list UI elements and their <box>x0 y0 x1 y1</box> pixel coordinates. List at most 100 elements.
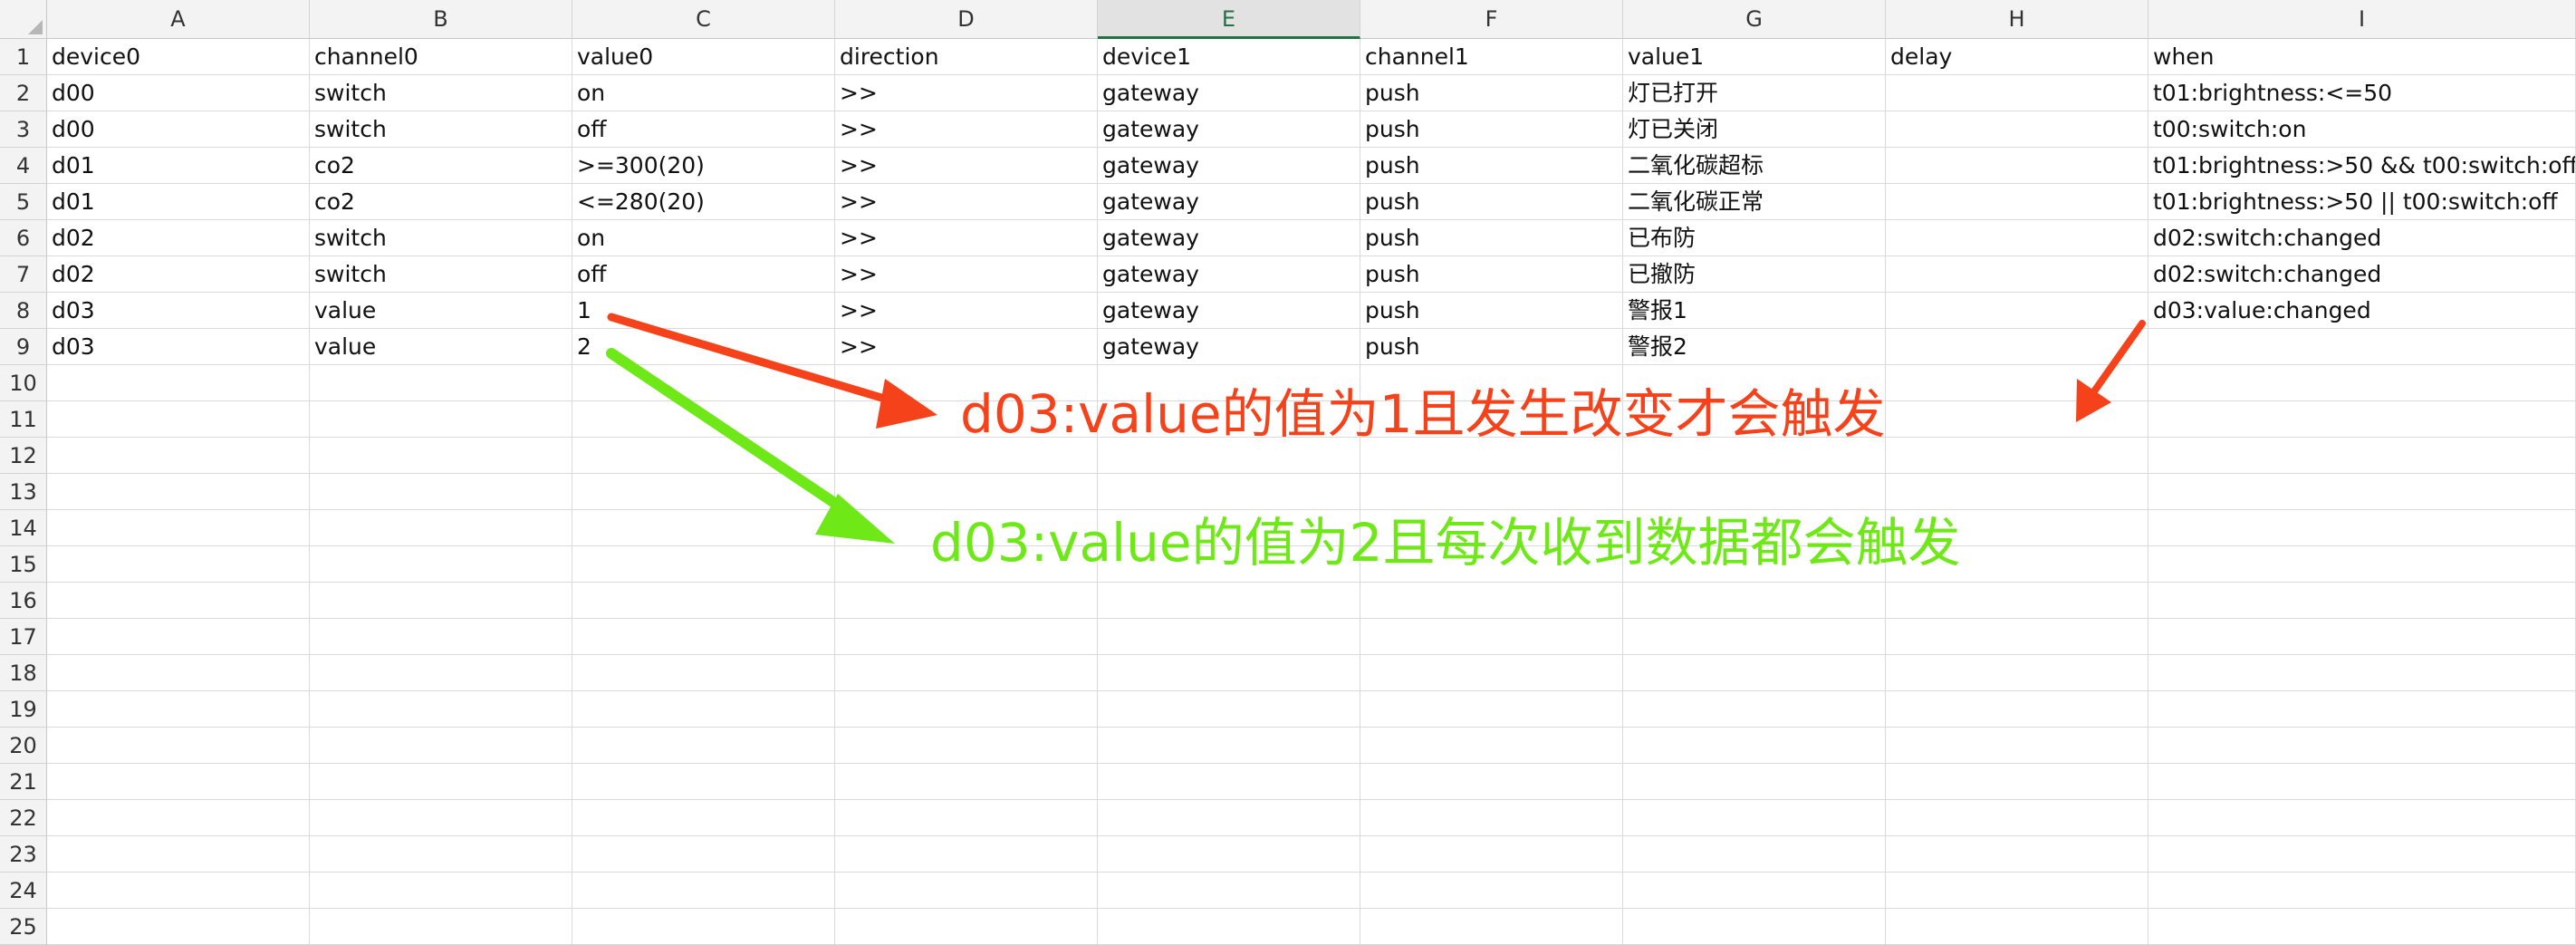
cell-b1[interactable]: channel0 <box>310 39 572 75</box>
cell-f9[interactable]: push <box>1360 329 1623 365</box>
cell-i11[interactable] <box>2148 401 2576 438</box>
cell-a6[interactable]: d02 <box>47 220 310 256</box>
row-header-12[interactable]: 12 <box>0 438 47 474</box>
cell-f4[interactable]: push <box>1360 148 1623 184</box>
cell-d18[interactable] <box>835 655 1098 691</box>
cell-e24[interactable] <box>1098 873 1360 909</box>
row-header-23[interactable]: 23 <box>0 836 47 873</box>
cell-h23[interactable] <box>1886 836 2148 873</box>
cell-f23[interactable] <box>1360 836 1623 873</box>
cell-g19[interactable] <box>1623 691 1886 728</box>
cell-f19[interactable] <box>1360 691 1623 728</box>
column-header-i[interactable]: I <box>2148 0 2576 39</box>
row-header-22[interactable]: 22 <box>0 800 47 836</box>
cell-c7[interactable]: off <box>572 256 835 293</box>
cell-h4[interactable] <box>1886 148 2148 184</box>
cell-e16[interactable] <box>1098 583 1360 619</box>
cell-c14[interactable] <box>572 510 835 546</box>
cell-f21[interactable] <box>1360 764 1623 800</box>
cell-i21[interactable] <box>2148 764 2576 800</box>
cell-a12[interactable] <box>47 438 310 474</box>
row-header-5[interactable]: 5 <box>0 184 47 220</box>
row-header-19[interactable]: 19 <box>0 691 47 728</box>
row-header-13[interactable]: 13 <box>0 474 47 510</box>
cell-h22[interactable] <box>1886 800 2148 836</box>
cell-g16[interactable] <box>1623 583 1886 619</box>
cell-b4[interactable]: co2 <box>310 148 572 184</box>
cell-d20[interactable] <box>835 728 1098 764</box>
cell-h7[interactable] <box>1886 256 2148 293</box>
cell-d7[interactable]: >> <box>835 256 1098 293</box>
cell-a8[interactable]: d03 <box>47 293 310 329</box>
cell-a2[interactable]: d00 <box>47 75 310 111</box>
cell-b15[interactable] <box>310 546 572 583</box>
cell-a5[interactable]: d01 <box>47 184 310 220</box>
cell-f16[interactable] <box>1360 583 1623 619</box>
cell-b8[interactable]: value <box>310 293 572 329</box>
cell-h24[interactable] <box>1886 873 2148 909</box>
cell-c25[interactable] <box>572 909 835 945</box>
cell-c13[interactable] <box>572 474 835 510</box>
cell-b23[interactable] <box>310 836 572 873</box>
cell-g18[interactable] <box>1623 655 1886 691</box>
cell-e4[interactable]: gateway <box>1098 148 1360 184</box>
cell-f3[interactable]: push <box>1360 111 1623 148</box>
cell-i7[interactable]: d02:switch:changed <box>2148 256 2576 293</box>
row-header-25[interactable]: 25 <box>0 909 47 945</box>
column-header-d[interactable]: D <box>835 0 1098 39</box>
cell-c3[interactable]: off <box>572 111 835 148</box>
cell-i13[interactable] <box>2148 474 2576 510</box>
cell-a13[interactable] <box>47 474 310 510</box>
cell-c10[interactable] <box>572 365 835 401</box>
cell-b20[interactable] <box>310 728 572 764</box>
cell-f5[interactable]: push <box>1360 184 1623 220</box>
cell-a1[interactable]: device0 <box>47 39 310 75</box>
cell-h9[interactable] <box>1886 329 2148 365</box>
cell-c5[interactable]: <=280(20) <box>572 184 835 220</box>
column-header-f[interactable]: F <box>1360 0 1623 39</box>
cell-f25[interactable] <box>1360 909 1623 945</box>
cell-i5[interactable]: t01:brightness:>50 || t00:switch:off <box>2148 184 2576 220</box>
cell-h11[interactable] <box>1886 401 2148 438</box>
cell-h8[interactable] <box>1886 293 2148 329</box>
cell-i10[interactable] <box>2148 365 2576 401</box>
column-header-a[interactable]: A <box>47 0 310 39</box>
cell-e1[interactable]: device1 <box>1098 39 1360 75</box>
row-header-1[interactable]: 1 <box>0 39 47 75</box>
cell-b21[interactable] <box>310 764 572 800</box>
cell-g1[interactable]: value1 <box>1623 39 1886 75</box>
row-header-17[interactable]: 17 <box>0 619 47 655</box>
cell-b13[interactable] <box>310 474 572 510</box>
cell-g3[interactable]: 灯已关闭 <box>1623 111 1886 148</box>
cell-i1[interactable]: when <box>2148 39 2576 75</box>
cell-b18[interactable] <box>310 655 572 691</box>
cell-b10[interactable] <box>310 365 572 401</box>
cell-h3[interactable] <box>1886 111 2148 148</box>
row-header-20[interactable]: 20 <box>0 728 47 764</box>
cell-c8[interactable]: 1 <box>572 293 835 329</box>
cell-f22[interactable] <box>1360 800 1623 836</box>
cell-g8[interactable]: 警报1 <box>1623 293 1886 329</box>
cell-d2[interactable]: >> <box>835 75 1098 111</box>
cell-i19[interactable] <box>2148 691 2576 728</box>
row-header-14[interactable]: 14 <box>0 510 47 546</box>
cell-d23[interactable] <box>835 836 1098 873</box>
cell-i4[interactable]: t01:brightness:>50 && t00:switch:off <box>2148 148 2576 184</box>
cell-b3[interactable]: switch <box>310 111 572 148</box>
cell-f7[interactable]: push <box>1360 256 1623 293</box>
cell-d5[interactable]: >> <box>835 184 1098 220</box>
cell-i8[interactable]: d03:value:changed <box>2148 293 2576 329</box>
row-header-11[interactable]: 11 <box>0 401 47 438</box>
cell-d6[interactable]: >> <box>835 220 1098 256</box>
cell-i17[interactable] <box>2148 619 2576 655</box>
spreadsheet-grid[interactable]: A B C D E F G H I 1 device0 channel0 value0 direction… <box>0 0 2576 945</box>
row-header-15[interactable]: 15 <box>0 546 47 583</box>
cell-b6[interactable]: switch <box>310 220 572 256</box>
cell-i6[interactable]: d02:switch:changed <box>2148 220 2576 256</box>
cell-g23[interactable] <box>1623 836 1886 873</box>
cell-c9[interactable]: 2 <box>572 329 835 365</box>
cell-a24[interactable] <box>47 873 310 909</box>
column-header-e[interactable]: E <box>1098 0 1360 39</box>
cell-e18[interactable] <box>1098 655 1360 691</box>
cell-d24[interactable] <box>835 873 1098 909</box>
